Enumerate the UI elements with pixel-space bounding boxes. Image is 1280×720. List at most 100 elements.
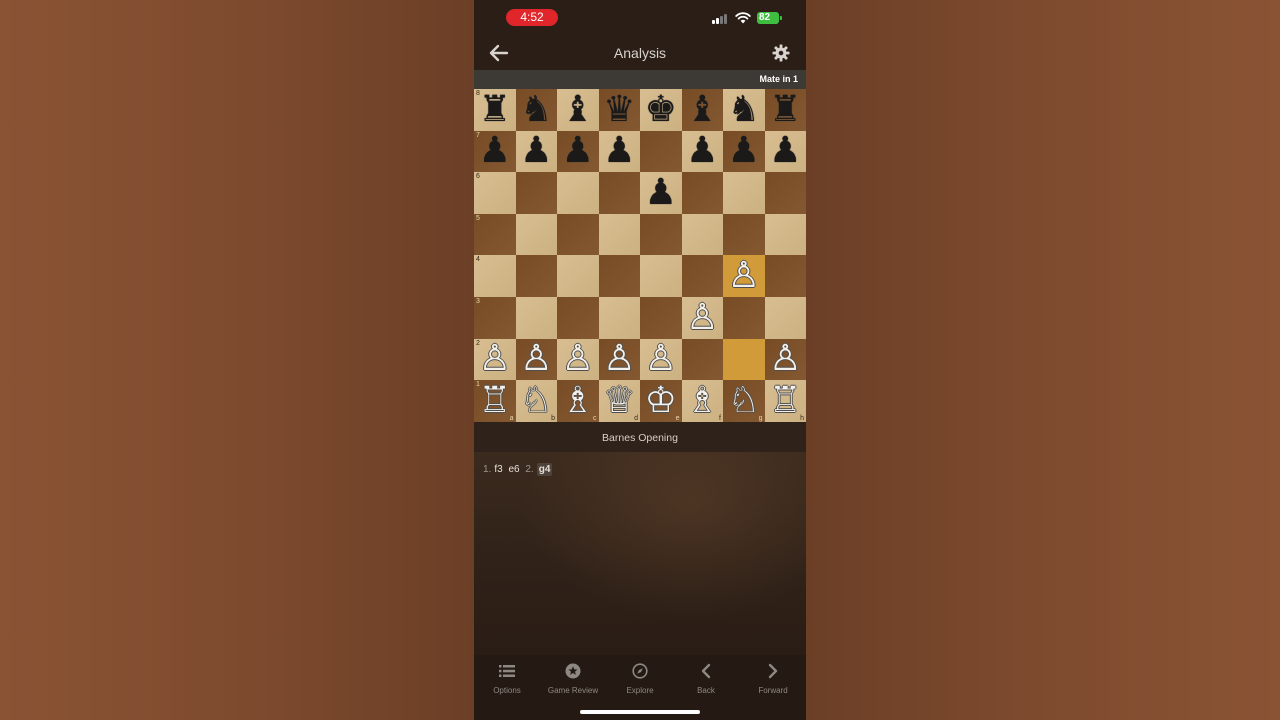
square-b2[interactable]: ♙ <box>515 338 557 381</box>
square-h5[interactable] <box>764 213 806 256</box>
square-f1[interactable]: ♗ f <box>681 380 723 422</box>
gear-icon[interactable] <box>772 44 790 62</box>
chess-piece[interactable]: ♙ <box>769 341 801 377</box>
square-b3[interactable] <box>515 296 557 339</box>
move-white[interactable]: f3 <box>494 464 502 475</box>
square-f2[interactable] <box>681 338 723 381</box>
square-c7[interactable]: ♟ <box>557 130 599 173</box>
square-g7[interactable]: ♟ <box>723 130 765 173</box>
square-e5[interactable] <box>640 213 682 256</box>
square-c2[interactable]: ♙ <box>557 338 599 381</box>
square-h4[interactable] <box>764 255 806 297</box>
chess-piece[interactable]: ♛ <box>603 91 635 128</box>
square-a2[interactable]: ♙ 2 <box>474 338 516 381</box>
chess-piece[interactable]: ♝ <box>686 91 718 128</box>
move-black[interactable]: e6 <box>508 464 519 475</box>
chess-piece[interactable]: ♙ <box>603 341 635 377</box>
square-e1[interactable]: ♔ e <box>640 380 682 422</box>
square-c6[interactable] <box>557 172 599 214</box>
chess-piece[interactable]: ♟ <box>562 133 594 169</box>
square-g3[interactable] <box>723 296 765 339</box>
chess-piece[interactable]: ♖ <box>769 382 801 419</box>
square-a8[interactable]: ♜ 8 <box>474 89 516 131</box>
square-g8[interactable]: ♞ <box>723 89 765 131</box>
square-d3[interactable] <box>598 296 640 339</box>
square-f8[interactable]: ♝ <box>681 89 723 131</box>
square-b5[interactable] <box>515 213 557 256</box>
chess-piece[interactable]: ♗ <box>562 382 594 419</box>
chess-piece[interactable]: ♕ <box>603 382 635 419</box>
square-a7[interactable]: ♟ 7 <box>474 130 516 173</box>
square-g6[interactable] <box>723 172 765 214</box>
chess-piece[interactable]: ♙ <box>562 341 594 377</box>
chess-piece[interactable]: ♙ <box>728 258 760 294</box>
nav-forward[interactable]: Forward <box>740 661 806 695</box>
chess-piece[interactable]: ♟ <box>728 133 760 169</box>
chess-piece[interactable]: ♜ <box>769 91 801 128</box>
square-c3[interactable] <box>557 296 599 339</box>
square-b6[interactable] <box>515 172 557 214</box>
square-g1[interactable]: ♘ g <box>723 380 765 422</box>
square-a4[interactable]: 4 <box>474 255 516 297</box>
square-f7[interactable]: ♟ <box>681 130 723 173</box>
square-f3[interactable]: ♙ <box>681 296 723 339</box>
chess-board[interactable]: ♜ 8 ♞ ♝ ♛ ♚ ♝ ♞ ♜ ♟ 7 ♟ ♟ ♟ ♟ ♟ ♟ 6 ♟ 5 4 ♙ 3 ♙ ♙ 2 ♙ ♙ ♙ ♙ ♙ ♖ 1 a ♘ b ♗ c ♕ d… <box>474 89 806 422</box>
nav-explore[interactable]: Explore <box>607 661 673 695</box>
square-d2[interactable]: ♙ <box>598 338 640 381</box>
square-h6[interactable] <box>764 172 806 214</box>
square-e8[interactable]: ♚ <box>640 89 682 131</box>
chess-piece[interactable]: ♙ <box>686 299 718 336</box>
chess-piece[interactable]: ♟ <box>686 133 718 169</box>
square-f5[interactable] <box>681 213 723 256</box>
square-h7[interactable]: ♟ <box>764 130 806 173</box>
square-d6[interactable] <box>598 172 640 214</box>
square-a6[interactable]: 6 <box>474 172 516 214</box>
chess-piece[interactable]: ♘ <box>520 382 552 419</box>
chess-piece[interactable]: ♜ <box>479 91 511 128</box>
chess-piece[interactable]: ♗ <box>686 382 718 419</box>
square-h8[interactable]: ♜ <box>764 89 806 131</box>
chess-piece[interactable]: ♖ <box>479 382 511 419</box>
square-c4[interactable] <box>557 255 599 297</box>
chess-piece[interactable]: ♙ <box>479 341 511 377</box>
chess-piece[interactable]: ♙ <box>520 341 552 377</box>
square-h3[interactable] <box>764 296 806 339</box>
square-b8[interactable]: ♞ <box>515 89 557 131</box>
square-b4[interactable] <box>515 255 557 297</box>
chess-piece[interactable]: ♟ <box>479 133 511 169</box>
square-e3[interactable] <box>640 296 682 339</box>
nav-game-review[interactable]: Game Review <box>540 661 606 695</box>
square-d7[interactable]: ♟ <box>598 130 640 173</box>
square-f6[interactable] <box>681 172 723 214</box>
chess-piece[interactable]: ♟ <box>603 133 635 169</box>
square-c5[interactable] <box>557 213 599 256</box>
square-d8[interactable]: ♛ <box>598 89 640 131</box>
nav-options[interactable]: Options <box>474 661 540 695</box>
square-f4[interactable] <box>681 255 723 297</box>
chess-piece[interactable]: ♟ <box>769 133 801 169</box>
square-a5[interactable]: 5 <box>474 213 516 256</box>
chess-piece[interactable]: ♟ <box>645 174 677 211</box>
square-g4[interactable]: ♙ <box>723 255 765 297</box>
chess-piece[interactable]: ♝ <box>562 91 594 128</box>
square-e4[interactable] <box>640 255 682 297</box>
square-c1[interactable]: ♗ c <box>557 380 599 422</box>
square-c8[interactable]: ♝ <box>557 89 599 131</box>
nav-back[interactable]: Back <box>673 661 739 695</box>
square-a3[interactable]: 3 <box>474 296 516 339</box>
square-a1[interactable]: ♖ 1 a <box>474 380 516 422</box>
chess-piece[interactable]: ♞ <box>728 91 760 128</box>
chess-piece[interactable]: ♘ <box>728 382 760 419</box>
square-d5[interactable] <box>598 213 640 256</box>
square-g5[interactable] <box>723 213 765 256</box>
move-white-current[interactable]: g4 <box>536 463 553 476</box>
chess-piece[interactable]: ♔ <box>645 382 677 419</box>
square-e2[interactable]: ♙ <box>640 338 682 381</box>
square-d4[interactable] <box>598 255 640 297</box>
square-e7[interactable] <box>640 130 682 173</box>
square-g2[interactable] <box>723 338 765 381</box>
chess-piece[interactable]: ♞ <box>520 91 552 128</box>
square-e6[interactable]: ♟ <box>640 172 682 214</box>
square-h2[interactable]: ♙ <box>764 338 806 381</box>
square-d1[interactable]: ♕ d <box>598 380 640 422</box>
